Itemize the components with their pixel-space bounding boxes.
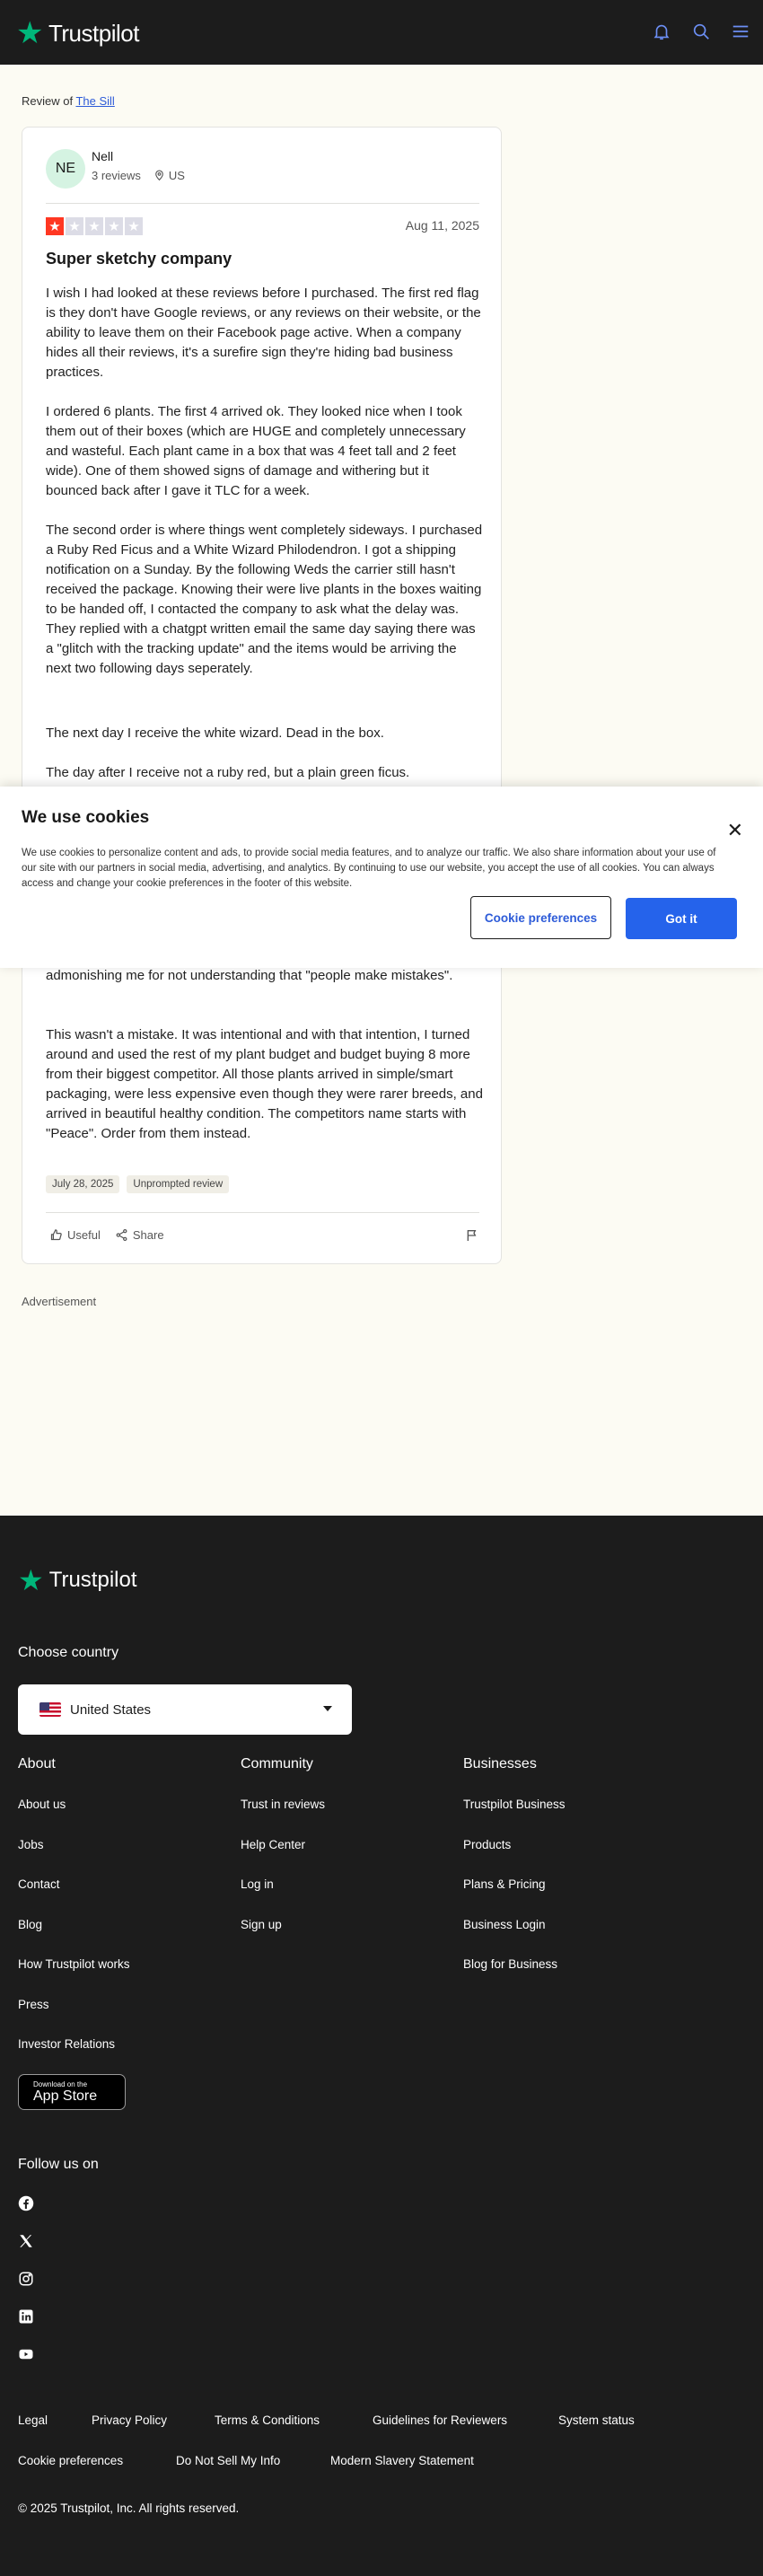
cookie-text: We use cookies to personalize content an… — [22, 848, 716, 889]
close-icon[interactable]: ✕ — [727, 819, 743, 842]
share-button[interactable]: Share — [115, 1228, 164, 1242]
footer-link[interactable]: Contact — [18, 1877, 60, 1891]
footer-bottom-link[interactable]: Guidelines for Reviewers — [373, 2413, 507, 2427]
footer-link[interactable]: About us — [18, 1798, 66, 1811]
footer-bottom-link[interactable]: Legal — [18, 2413, 48, 2427]
review-paragraph: admonishing me for not understanding tha… — [46, 968, 453, 983]
accept-cookies-button[interactable]: Got it — [626, 898, 737, 939]
footer-link[interactable]: Business Login — [463, 1918, 546, 1931]
x-icon[interactable] — [18, 2233, 34, 2249]
review-paragraph: I ordered 6 plants. The first 4 arrived … — [46, 404, 466, 498]
star-icon: ★ — [105, 217, 123, 235]
avatar[interactable]: NE — [46, 149, 85, 189]
unprompted-review-badge: Unprompted review — [127, 1175, 230, 1193]
star-rating: ★ ★ ★ ★ ★ — [46, 217, 143, 235]
menu-icon[interactable] — [731, 22, 750, 41]
share-icon — [116, 1228, 127, 1242]
review-actions: Useful Share — [49, 1228, 164, 1242]
footer-heading-businesses: Businesses — [463, 1756, 537, 1772]
footer-link[interactable]: Help Center — [241, 1838, 305, 1851]
site-footer: ★ Trustpilot Choose country United State… — [0, 1516, 763, 2576]
reviews-count: 3 reviews — [92, 169, 141, 182]
footer-bottom-link[interactable]: Terms & Conditions — [215, 2413, 320, 2427]
footer-link[interactable]: Plans & Pricing — [463, 1877, 546, 1891]
review-tags: July 28, 2025 Unprompted review — [46, 1175, 230, 1193]
star-icon: ★ — [66, 217, 83, 235]
youtube-icon[interactable] — [18, 2346, 34, 2362]
review-card: NE Nell 3 reviews US ★ ★ ★ ★ ★ Aug 11, 2… — [22, 127, 502, 1264]
useful-button[interactable]: Useful — [49, 1228, 101, 1242]
review-paragraph: The next day I receive the white wizard.… — [46, 725, 384, 741]
trustpilot-logo[interactable]: ★ Trustpilot — [16, 18, 139, 48]
footer-link[interactable]: How Trustpilot works — [18, 1957, 130, 1971]
country-select-value: United States — [70, 1701, 152, 1718]
app-store-badge[interactable]: Download on the App Store — [18, 2074, 126, 2110]
footer-link[interactable]: Trustpilot Business — [463, 1798, 566, 1811]
review-paragraph: The second order is where things went co… — [46, 523, 483, 676]
reviewer-meta: 3 reviews US — [92, 169, 185, 182]
footer-logo[interactable]: ★ Trustpilot — [18, 1566, 137, 1595]
advertisement-label: Advertisement — [22, 1295, 97, 1308]
footer-link[interactable]: Sign up — [241, 1918, 282, 1931]
footer-link[interactable]: Blog for Business — [463, 1957, 557, 1971]
review-paragraph: I wish I had looked at these reviews bef… — [46, 286, 481, 380]
copyright-text: © 2025 Trustpilot, Inc. All rights reser… — [18, 2501, 240, 2515]
review-date: Aug 11, 2025 — [405, 218, 479, 233]
footer-heading-community: Community — [241, 1756, 313, 1772]
share-label: Share — [132, 1228, 164, 1242]
instagram-icon[interactable] — [18, 2271, 34, 2287]
footer-bottom-link[interactable]: Cookie preferences — [18, 2454, 123, 2467]
location-pin-icon — [155, 170, 163, 181]
footer-link[interactable]: Trust in reviews — [241, 1798, 325, 1811]
company-link[interactable]: The Sill — [75, 94, 114, 108]
cookie-preferences-button[interactable]: Cookie preferences — [470, 896, 611, 939]
top-navigation-bar: ★ Trustpilot — [0, 0, 763, 65]
footer-bottom-link[interactable]: Modern Slavery Statement — [330, 2454, 474, 2467]
thumbs-up-icon — [50, 1229, 62, 1241]
breadcrumb-prefix: Review of — [22, 94, 76, 108]
us-flag-icon — [39, 1702, 61, 1717]
footer-link[interactable]: Jobs — [18, 1838, 44, 1851]
footer-link[interactable]: Products — [463, 1838, 511, 1851]
search-icon[interactable] — [691, 22, 711, 41]
review-paragraph: This wasn't a mistake. It was intentiona… — [46, 1027, 483, 1141]
footer-bottom-link[interactable]: Privacy Policy — [92, 2413, 167, 2427]
reviewer-country: US — [168, 169, 185, 182]
breadcrumb: Review of The Sill — [22, 94, 115, 108]
facebook-icon[interactable] — [18, 2195, 34, 2211]
footer-link[interactable]: Log in — [241, 1877, 274, 1891]
follow-us-heading: Follow us on — [18, 2157, 99, 2172]
trustpilot-star-icon: ★ — [16, 16, 43, 50]
footer-bottom-link[interactable]: Do Not Sell My Info — [176, 2454, 280, 2467]
footer-logo-text: Trustpilot — [48, 1568, 137, 1592]
experience-date-badge: July 28, 2025 — [46, 1175, 120, 1193]
report-flag-icon[interactable] — [465, 1228, 479, 1243]
star-icon: ★ — [85, 217, 103, 235]
cookie-banner: We use cookies ✕ We use cookies to perso… — [0, 787, 763, 968]
country-select[interactable]: United States — [18, 1684, 352, 1735]
reviewer-location: US — [153, 169, 185, 182]
footer-bottom-link[interactable]: System status — [558, 2413, 635, 2427]
footer-heading-about: About — [18, 1756, 56, 1772]
star-icon: ★ — [125, 217, 143, 235]
bell-icon[interactable] — [652, 22, 671, 41]
review-title: Super sketchy company — [46, 250, 232, 268]
footer-divider — [46, 1212, 479, 1213]
choose-country-heading: Choose country — [18, 1645, 119, 1660]
chevron-down-icon — [323, 1706, 332, 1711]
footer-link[interactable]: Investor Relations — [18, 2037, 115, 2051]
header-divider — [46, 203, 479, 204]
app-store-small-text: Download on the — [33, 2080, 88, 2088]
useful-label: Useful — [67, 1228, 101, 1242]
linkedin-icon[interactable] — [18, 2308, 34, 2325]
footer-link[interactable]: Press — [18, 1998, 49, 2011]
trustpilot-star-icon: ★ — [18, 1564, 44, 1596]
footer-link[interactable]: Blog — [18, 1918, 42, 1931]
review-paragraph: The day after I receive not a ruby red, … — [46, 765, 410, 780]
logo-text: Trustpilot — [48, 19, 139, 47]
reviewer-name[interactable]: Nell — [92, 149, 113, 163]
star-icon: ★ — [46, 217, 64, 235]
cookie-title: We use cookies — [22, 808, 150, 827]
app-store-big-text: App Store — [33, 2088, 98, 2104]
